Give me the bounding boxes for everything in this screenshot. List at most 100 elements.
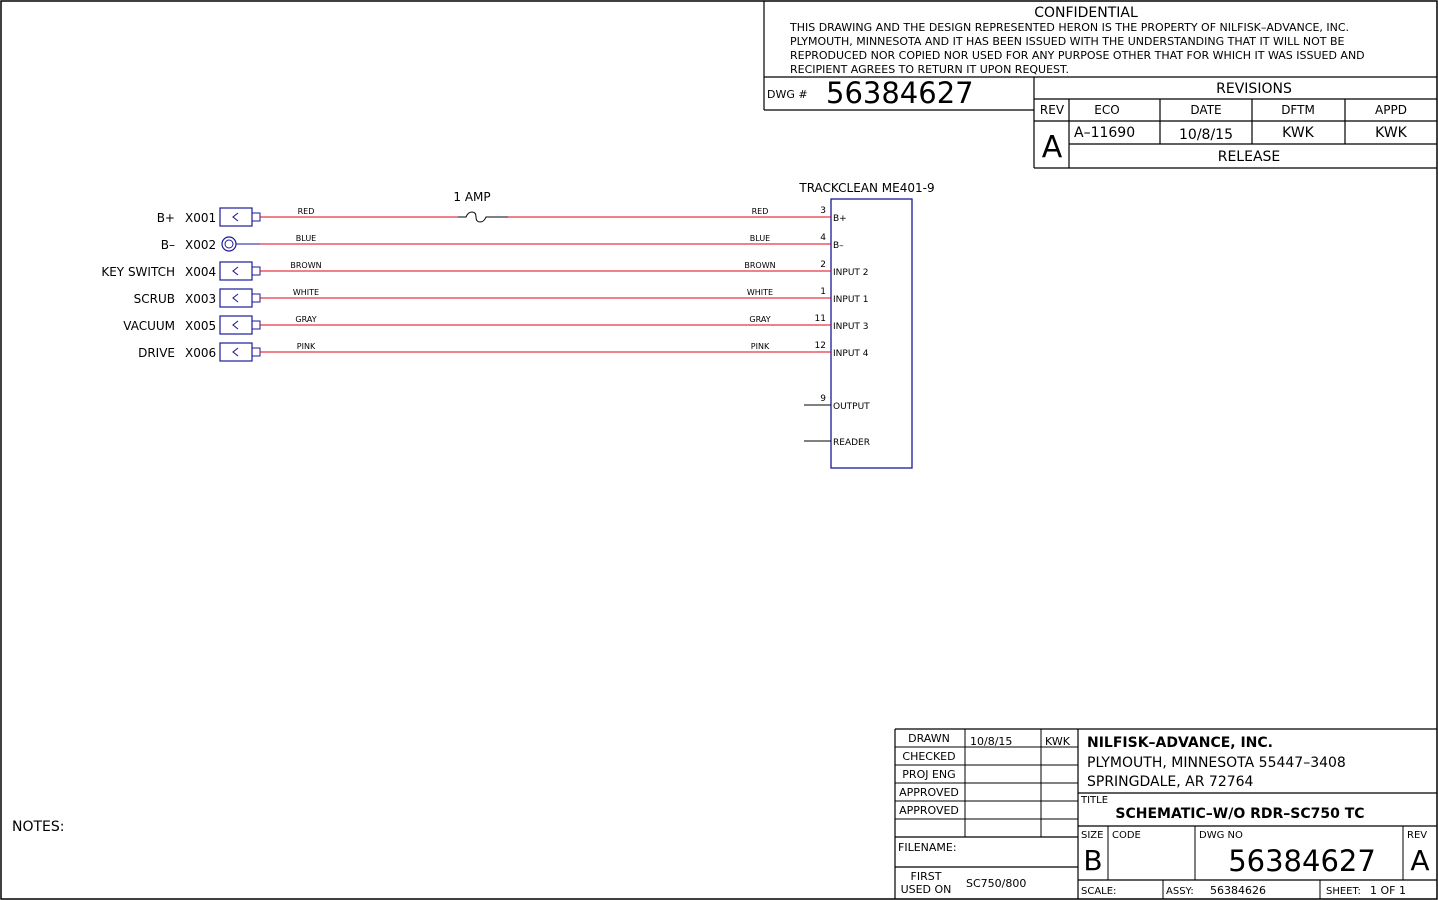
connector-ref: X001 bbox=[185, 211, 216, 225]
pin-label: INPUT 4 bbox=[833, 349, 869, 359]
fuse-symbol bbox=[458, 211, 508, 223]
connector-ref: X004 bbox=[185, 265, 216, 279]
module-pin: 12 INPUT 4 bbox=[815, 341, 869, 359]
appd-header: APPD bbox=[1375, 103, 1407, 117]
sheet-value: 1 OF 1 bbox=[1370, 884, 1406, 897]
sheet-label: SHEET: bbox=[1326, 886, 1361, 897]
confidential-line-4: RECIPIENT AGREES TO RETURN IT UPON REQUE… bbox=[790, 63, 1069, 76]
wire-color-label-right: BLUE bbox=[750, 234, 770, 243]
connector-ref: X005 bbox=[185, 319, 216, 333]
revisions-block: REVISIONS REV ECO DATE DFTM APPD A A–116… bbox=[1033, 77, 1437, 169]
connector-name: B– bbox=[161, 238, 175, 252]
ring-terminal-inner bbox=[224, 239, 234, 249]
first-used-label-1: FIRST bbox=[911, 870, 942, 883]
connector-ref: X002 bbox=[185, 238, 216, 252]
connector-plug bbox=[219, 207, 253, 227]
confidential-block: CONFIDENTIAL THIS DRAWING AND THE DESIGN… bbox=[763, 1, 1437, 111]
connector-plug bbox=[219, 288, 253, 308]
dwg-label: DWG # bbox=[767, 88, 808, 101]
pin-label: READER bbox=[833, 438, 870, 448]
approval-label: PROJ ENG bbox=[902, 768, 955, 781]
connector-row: DRIVE X006 PINK PINK bbox=[138, 342, 831, 362]
ring-terminal-outer bbox=[221, 236, 237, 252]
connector-plug bbox=[219, 315, 253, 335]
module-pin: READER bbox=[804, 438, 870, 448]
rev-value-title: A bbox=[1410, 844, 1429, 877]
wire-color-label-left: BROWN bbox=[290, 261, 321, 270]
address-line-2: SPRINGDALE, AR 72764 bbox=[1087, 774, 1254, 790]
connector-row: SCRUB X003 WHITE WHITE bbox=[134, 288, 831, 308]
assy-label: ASSY: bbox=[1166, 886, 1194, 897]
approval-row: PROJ ENG bbox=[902, 768, 955, 781]
pin-number: 12 bbox=[815, 341, 826, 351]
first-used-value: SC750/800 bbox=[966, 877, 1026, 890]
schematic-sheet: CONFIDENTIAL THIS DRAWING AND THE DESIGN… bbox=[0, 0, 1438, 900]
connector-pin bbox=[251, 347, 261, 357]
approval-date: 10/8/15 bbox=[970, 735, 1012, 748]
connector-pin bbox=[251, 266, 261, 276]
connector-name: B+ bbox=[157, 211, 175, 225]
confidential-heading: CONFIDENTIAL bbox=[1034, 5, 1138, 21]
connector-name: SCRUB bbox=[134, 292, 175, 306]
wire-color-label-right: RED bbox=[752, 207, 769, 216]
approval-label: APPROVED bbox=[899, 804, 959, 817]
confidential-line-1: THIS DRAWING AND THE DESIGN REPRESENTED … bbox=[789, 21, 1349, 34]
dwg-no-value: 56384627 bbox=[1228, 844, 1376, 878]
wire-color-label-right: BROWN bbox=[744, 261, 775, 270]
approval-label: APPROVED bbox=[899, 786, 959, 799]
module-pin: 11 INPUT 3 bbox=[815, 314, 869, 332]
dftm-header: DFTM bbox=[1281, 103, 1315, 117]
pin-number: 11 bbox=[815, 314, 826, 324]
wiring-harness: B+ X001 RED RED B– X002 BLUE BLUE KEY SWITCH X004… bbox=[101, 207, 831, 362]
revision-description: RELEASE bbox=[1218, 149, 1281, 165]
rev-value: A bbox=[1042, 130, 1063, 165]
module-pin: 3 B+ bbox=[820, 206, 846, 224]
dftm-value: KWK bbox=[1282, 125, 1315, 141]
scale-label: SCALE: bbox=[1081, 886, 1116, 897]
pin-number: 3 bbox=[820, 206, 826, 216]
fuse-label: 1 AMP bbox=[453, 190, 490, 204]
dwg-no-label: DWG NO bbox=[1199, 830, 1243, 841]
module-box bbox=[830, 198, 913, 469]
connector-ref: X003 bbox=[185, 292, 216, 306]
pin-number: 1 bbox=[820, 287, 826, 297]
pin-label: INPUT 3 bbox=[833, 322, 869, 332]
dwg-number: 56384627 bbox=[826, 76, 974, 110]
connector-pin bbox=[251, 293, 261, 303]
pin-label: INPUT 2 bbox=[833, 268, 869, 278]
connector-plug-chevron bbox=[232, 293, 239, 303]
size-value: B bbox=[1083, 844, 1102, 877]
size-label: SIZE bbox=[1081, 830, 1103, 841]
date-header: DATE bbox=[1190, 103, 1221, 117]
pin-label: B+ bbox=[833, 214, 847, 224]
module-pin: 2 INPUT 2 bbox=[820, 260, 868, 278]
module-title: TRACKCLEAN ME401-9 bbox=[798, 181, 934, 195]
connector-name: KEY SWITCH bbox=[101, 265, 175, 279]
wire-color-label-left: WHITE bbox=[293, 288, 319, 297]
wire-color-label-right: WHITE bbox=[747, 288, 773, 297]
wire-color-label-left: RED bbox=[298, 207, 315, 216]
revisions-title: REVISIONS bbox=[1216, 81, 1292, 97]
filename-label: FILENAME: bbox=[898, 841, 957, 854]
module-pin: 9 OUTPUT bbox=[804, 394, 870, 412]
approval-row: CHECKED bbox=[902, 750, 955, 763]
code-label: CODE bbox=[1112, 830, 1141, 841]
rev-label: REV bbox=[1407, 830, 1427, 841]
confidential-line-3: REPRODUCED NOR COPIED NOR USED FOR ANY P… bbox=[790, 49, 1365, 62]
eco-header: ECO bbox=[1094, 103, 1119, 117]
wire-color-label-left: PINK bbox=[297, 342, 316, 351]
connector-name: DRIVE bbox=[138, 346, 175, 360]
connector-row: KEY SWITCH X004 BROWN BROWN bbox=[101, 261, 831, 281]
rev-header: REV bbox=[1040, 103, 1065, 117]
wire-color-label-left: BLUE bbox=[296, 234, 316, 243]
approval-initials: KWK bbox=[1045, 735, 1071, 748]
appd-value: KWK bbox=[1375, 125, 1408, 141]
approval-label: CHECKED bbox=[902, 750, 955, 763]
wire-color-label-left: GRAY bbox=[295, 315, 316, 324]
connector-ref: X006 bbox=[185, 346, 216, 360]
connector-plug-chevron bbox=[232, 266, 239, 276]
connector-plug bbox=[219, 261, 253, 281]
connector-plug-chevron bbox=[232, 212, 239, 222]
connector-plug-chevron bbox=[232, 320, 239, 330]
connector-plug bbox=[219, 342, 253, 362]
